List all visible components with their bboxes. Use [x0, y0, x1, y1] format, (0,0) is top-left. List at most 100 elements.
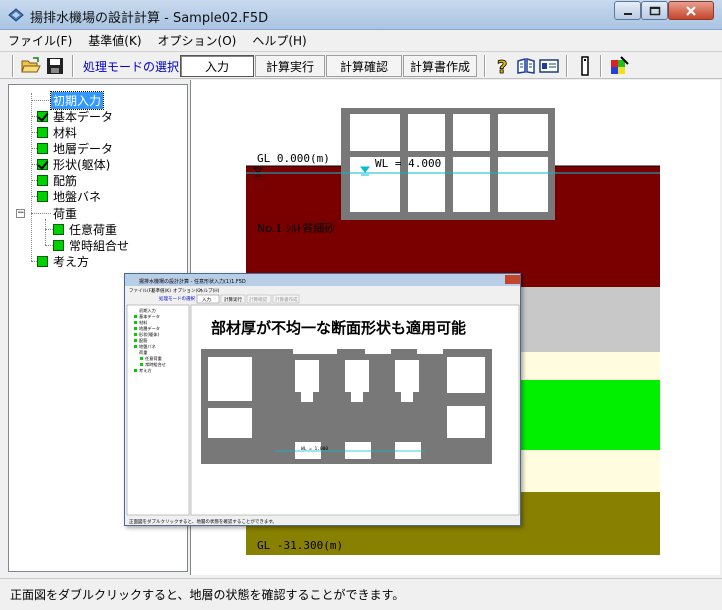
inset-tree-item: 荷重 [139, 349, 147, 356]
close-icon [686, 5, 696, 16]
maximize-icon [649, 6, 660, 15]
id-card-icon [539, 59, 559, 73]
check-calculation-button[interactable]: 計算確認 [326, 55, 402, 77]
input-mode-button[interactable]: 入力 [180, 55, 254, 77]
window-title: 揚排水機場の設計計算 - Sample02.F5D [30, 11, 269, 26]
tree-connector-line [31, 93, 32, 261]
info-button[interactable] [574, 55, 596, 77]
tree-item-loads[interactable]: 荷重 [53, 205, 77, 221]
inset-tree-item: 配筋 [139, 337, 147, 344]
help-button[interactable]: ? [492, 55, 514, 77]
inset-menu-item: ヘルプ(H) [199, 288, 220, 294]
inset-screenshot: 揚排水機場の設計計算 - 任意形状入力(1)1.F5D ファイル(F) 基準値(… [124, 273, 521, 526]
inset-mode-label: 処理モードの選択 [159, 295, 195, 302]
processing-mode-label: 処理モードの選択 [83, 60, 180, 74]
tree-item-basic-data[interactable]: 基本データ [37, 108, 113, 124]
create-report-button[interactable]: 計算書作成 [403, 55, 477, 77]
structure-cell [408, 114, 445, 151]
status-icon [53, 223, 64, 235]
tree-connector-line [31, 100, 51, 101]
save-button[interactable] [44, 55, 66, 77]
tree-item-reinforcement[interactable]: 配筋 [37, 172, 77, 188]
product-info-button[interactable] [538, 55, 560, 77]
menu-bar: ファイル(F) 基準値(K) オプション(O) ヘルプ(H) [0, 30, 722, 50]
inset-section-cell [447, 406, 485, 438]
tree-item-label: 常時組合せ [69, 238, 130, 253]
status-icon [37, 190, 48, 202]
tree-item-arbitrary-load[interactable]: 任意荷重 [53, 221, 117, 237]
tree-item-label: 初期入力 [49, 90, 105, 110]
inset-tree-item: 常時組合せ [145, 361, 166, 368]
inset-tree-item: 材料 [139, 319, 148, 326]
inset-screenshot-image: 揚排水機場の設計計算 - 任意形状入力(1)1.F5D ファイル(F) 基準値(… [125, 274, 520, 525]
tree-item-normal-combination[interactable]: 常時組合せ [53, 237, 129, 253]
tree-item-materials[interactable]: 材料 [37, 124, 77, 140]
soil-layer-1-label: No.1 ｼﾙﾄ質細砂 [257, 221, 335, 235]
tree-item-stratum-data[interactable]: 地層データ [37, 140, 113, 156]
inset-section-cell [447, 357, 485, 393]
tree-item-ground-spring[interactable]: 地盤バネ [37, 188, 101, 204]
maximize-button[interactable] [641, 1, 668, 20]
inset-tree-item: 地層データ [139, 325, 160, 332]
inset-toolbar-button-label: 入力 [202, 296, 211, 303]
close-button[interactable] [668, 1, 714, 20]
toolbar-separator [72, 55, 74, 77]
tree-item-label: 材料 [53, 125, 78, 140]
inset-close-button [505, 275, 520, 284]
inset-toolbar-button-label: 計算確認 [249, 296, 267, 303]
structure-cell [350, 114, 400, 151]
inset-tree-item: 考え方 [139, 367, 152, 374]
tree-item-shape-body[interactable]: 形状(躯体) [37, 156, 110, 172]
toolbar-separator [12, 55, 14, 77]
structure-cell [453, 157, 490, 212]
collapse-toggle[interactable]: − [16, 209, 25, 218]
inset-caption: 部材厚が不均一な断面形状も適用可能 [211, 319, 466, 337]
checked-status-icon [37, 158, 48, 170]
status-icon [37, 174, 48, 186]
inset-menu-item: ファイル(F) [129, 288, 153, 294]
open-folder-button[interactable] [20, 55, 42, 77]
tree-connector-line [45, 229, 53, 230]
inset-toolbar-button-label: 計算書作成 [275, 296, 298, 303]
tree-item-label: 配筋 [53, 173, 78, 188]
inset-section-cell [345, 442, 371, 459]
tree-connector-line [45, 245, 53, 246]
status-icon [37, 126, 48, 138]
minimize-button[interactable] [614, 1, 641, 20]
menu-options[interactable]: オプション(O) [150, 30, 245, 50]
water-level-label: WL = 4.000 [375, 157, 441, 170]
inset-menu-item: 基準値(K) [151, 287, 171, 294]
bottom-level-label: GL -31.300(m) [257, 539, 343, 552]
tree-item-approach[interactable]: 考え方 [37, 253, 89, 269]
manual-button[interactable] [515, 55, 537, 77]
toolbar-separator [600, 55, 602, 77]
tree-item-label: 荷重 [53, 206, 78, 221]
tree-item-initial-input[interactable]: 初期入力 [49, 90, 105, 110]
tree-item-label: 地盤バネ [53, 189, 102, 204]
structure-cell [498, 114, 548, 151]
ground-level-label: GL 0.000(m) [257, 152, 330, 165]
app-icon [8, 8, 24, 22]
menu-file[interactable]: ファイル(F) [0, 30, 80, 50]
inset-status-text: 正面図をダブルクリックすると、地層の状態を確認することができます。 [129, 518, 277, 525]
tree-item-label: 形状(躯体) [53, 157, 111, 172]
menu-standard-values[interactable]: 基準値(K) [80, 30, 149, 50]
inset-tree-item: 地盤バネ [139, 343, 156, 350]
save-disk-icon [47, 58, 63, 74]
structure-cell [453, 114, 490, 151]
run-calculation-button[interactable]: 計算実行 [255, 55, 325, 77]
color-settings-button[interactable] [608, 55, 630, 77]
toolbar: 処理モードの選択 入力 計算実行 計算確認 計算書作成 ? [0, 51, 722, 79]
minimize-icon [623, 12, 632, 15]
status-text: 正面図をダブルクリックすると、地層の状態を確認することができます。 [10, 588, 405, 602]
inset-tree-item: 基本データ [139, 313, 160, 320]
tree-connector-line [45, 219, 46, 245]
toolbar-separator [484, 55, 486, 77]
inset-toolbar-button-label: 計算実行 [224, 296, 242, 303]
menu-help[interactable]: ヘルプ(H) [244, 30, 314, 50]
inset-tree-item: 形状(躯体) [139, 331, 159, 338]
open-folder-icon [21, 57, 41, 73]
question-mark-icon: ? [497, 57, 508, 76]
title-bar: 揚排水機場の設計計算 - Sample02.F5D [0, 0, 722, 30]
inset-tree-item: 初期入力 [139, 307, 156, 314]
